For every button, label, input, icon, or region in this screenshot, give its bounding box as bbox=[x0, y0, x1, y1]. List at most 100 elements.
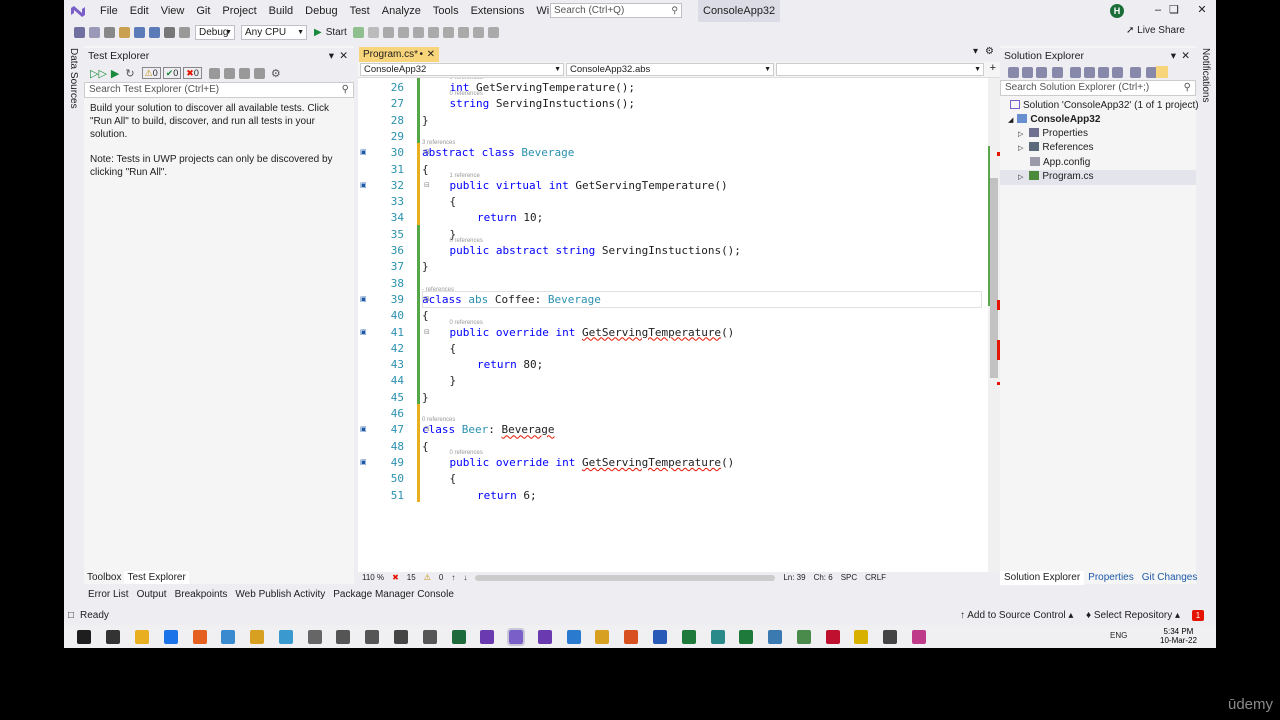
inheritance-glyph-icon[interactable]: ▣ bbox=[360, 425, 367, 433]
editor-vertical-scrollbar[interactable] bbox=[988, 78, 1000, 572]
code-line[interactable]: 27 string ServingInstuctions(); bbox=[358, 96, 988, 112]
menu-tools[interactable]: Tools bbox=[427, 0, 465, 22]
data-sources-tab[interactable]: Data Sources bbox=[68, 48, 79, 109]
tab-package-manager-console[interactable]: Package Manager Console bbox=[329, 588, 458, 602]
save-icon[interactable] bbox=[134, 26, 145, 38]
edge-icon[interactable] bbox=[163, 629, 178, 644]
toolbar-icon[interactable] bbox=[442, 26, 454, 38]
code-line[interactable]: 44} bbox=[358, 373, 988, 389]
chrome-icon[interactable] bbox=[134, 629, 149, 644]
collapse-region-icon[interactable]: ⊟ bbox=[424, 425, 430, 433]
forward-icon[interactable] bbox=[89, 26, 100, 38]
start-without-debugging-icon[interactable] bbox=[352, 26, 364, 38]
horizontal-scrollbar[interactable] bbox=[475, 575, 776, 581]
tree-item-program-cs[interactable]: ▷ Program.cs bbox=[1000, 170, 1196, 185]
tree-item-properties[interactable]: ▷ Properties bbox=[1018, 127, 1088, 142]
gear-icon[interactable]: ⚙ bbox=[271, 67, 281, 80]
app-icon[interactable] bbox=[912, 629, 927, 644]
tab-list-icon[interactable]: ▾ bbox=[973, 46, 978, 57]
toolbar-icon[interactable] bbox=[427, 26, 439, 38]
toolbar-icon[interactable] bbox=[382, 26, 394, 38]
tree-item-references[interactable]: ▷ References bbox=[1018, 141, 1094, 156]
warning-count[interactable]: 0 bbox=[439, 572, 443, 584]
taskbar-clock[interactable]: 5:34 PM 10-Mar-22 bbox=[1160, 627, 1197, 645]
app-icon[interactable] bbox=[250, 629, 265, 644]
code-line[interactable]: 34 return 10; bbox=[358, 210, 988, 226]
inheritance-glyph-icon[interactable]: ▣ bbox=[360, 148, 367, 156]
solution-explorer-tab[interactable]: Solution Explorer bbox=[1000, 571, 1085, 585]
menu-debug[interactable]: Debug bbox=[299, 0, 343, 22]
properties-tab[interactable]: Properties bbox=[1084, 571, 1138, 585]
open-icon[interactable] bbox=[119, 26, 130, 38]
error-count[interactable]: 15 bbox=[407, 572, 416, 584]
sync-icon[interactable] bbox=[1084, 67, 1095, 78]
app-icon[interactable] bbox=[221, 629, 236, 644]
new-item-icon[interactable] bbox=[104, 26, 115, 38]
code-line[interactable]: 33 { bbox=[358, 194, 988, 210]
back-icon[interactable] bbox=[74, 26, 85, 38]
preview-toggle-icon[interactable] bbox=[1156, 66, 1168, 78]
visual-studio-icon[interactable] bbox=[537, 629, 552, 644]
switch-views-icon[interactable] bbox=[1052, 67, 1063, 78]
start-menu-icon[interactable] bbox=[77, 629, 92, 644]
tab-web-publish-activity[interactable]: Web Publish Activity bbox=[231, 588, 329, 602]
clock-icon[interactable] bbox=[883, 629, 898, 644]
properties-icon[interactable] bbox=[1130, 67, 1141, 78]
codelens-references[interactable]: 1 reference bbox=[450, 172, 480, 180]
run-all-icon[interactable]: ▷▷ bbox=[90, 67, 107, 80]
inheritance-glyph-icon[interactable]: ▣ bbox=[360, 458, 367, 466]
code-line[interactable]: 37} bbox=[358, 259, 988, 275]
collapse-all-icon[interactable] bbox=[1098, 67, 1109, 78]
menu-analyze[interactable]: Analyze bbox=[376, 0, 427, 22]
save-all-icon[interactable] bbox=[149, 26, 160, 38]
menu-git[interactable]: Git bbox=[190, 0, 216, 22]
task-view-icon[interactable] bbox=[106, 629, 121, 644]
forward-icon[interactable] bbox=[1022, 67, 1033, 78]
code-line[interactable]: 49 public override int GetServingTemperat… bbox=[358, 455, 988, 471]
menu-extensions[interactable]: Extensions bbox=[465, 0, 531, 22]
home-icon[interactable] bbox=[1036, 67, 1047, 78]
redo-icon[interactable] bbox=[179, 26, 190, 38]
code-line[interactable]: 50 { bbox=[358, 471, 988, 487]
language-indicator[interactable]: ENG bbox=[1110, 631, 1127, 640]
start-button[interactable]: Start bbox=[326, 27, 347, 38]
tree-project[interactable]: ◢ ConsoleApp32 bbox=[1008, 113, 1100, 128]
toolbox-tab[interactable]: Toolbox bbox=[84, 571, 124, 584]
expand-icon[interactable] bbox=[238, 67, 250, 79]
vscode-icon[interactable] bbox=[566, 629, 581, 644]
program-cs-tab[interactable]: Program.cs* • ✕ bbox=[359, 47, 439, 62]
codelens-references[interactable]: 3 references bbox=[422, 139, 455, 147]
start-icon[interactable]: ▶ bbox=[314, 27, 322, 38]
app-icon[interactable] bbox=[796, 629, 811, 644]
file-explorer-icon[interactable] bbox=[595, 629, 610, 644]
app-icon[interactable] bbox=[710, 629, 725, 644]
code-line[interactable]: 32 public virtual int GetServingTemperatu… bbox=[358, 178, 988, 194]
test-explorer-tab[interactable]: Test Explorer bbox=[124, 571, 189, 584]
project-dropdown[interactable]: ConsoleApp32 ▼ bbox=[360, 63, 564, 76]
code-line[interactable]: 28} bbox=[358, 113, 988, 129]
collapse-region-icon[interactable]: ⊟ bbox=[424, 148, 430, 156]
menu-build[interactable]: Build bbox=[263, 0, 299, 22]
code-line[interactable]: 36 public abstract string ServingInstucti… bbox=[358, 243, 988, 259]
notification-badge[interactable]: 1 bbox=[1192, 610, 1204, 621]
live-share-button[interactable]: ➚ Live Share bbox=[1126, 22, 1185, 40]
avatar[interactable]: H bbox=[1110, 4, 1124, 18]
type-dropdown[interactable]: ConsoleApp32.abs ▼ bbox=[566, 63, 774, 76]
failed-count-badge[interactable]: ✖0 bbox=[183, 67, 202, 79]
codelens-references[interactable]: 0 references bbox=[450, 90, 483, 98]
code-line[interactable]: 47 class Beer: Beverage bbox=[358, 422, 988, 438]
down-arrow-icon[interactable]: ↓ bbox=[463, 572, 467, 584]
collapse-region-icon[interactable]: ⊟ bbox=[424, 295, 430, 303]
search-box[interactable]: Search (Ctrl+Q) ⚲ bbox=[550, 3, 682, 18]
tab-error-list[interactable]: Error List bbox=[84, 588, 133, 602]
tab-output[interactable]: Output bbox=[133, 588, 171, 602]
test-explorer-search-input[interactable]: Search Test Explorer (Ctrl+E) ⚲ bbox=[84, 82, 354, 98]
solution-explorer-search-input[interactable]: Search Solution Explorer (Ctrl+;) ⚲ bbox=[1000, 80, 1196, 96]
select-repository-button[interactable]: ♦ Select Repository ▴ bbox=[1086, 606, 1180, 625]
code-line[interactable]: 41 public override int GetServingTemperat… bbox=[358, 325, 988, 341]
menu-project[interactable]: Project bbox=[216, 0, 262, 22]
codelens-references[interactable]: 0 references bbox=[450, 78, 483, 82]
undo-icon[interactable] bbox=[164, 26, 175, 38]
collapse-region-icon[interactable]: ⊟ bbox=[424, 181, 430, 189]
file-icon[interactable] bbox=[336, 629, 351, 644]
